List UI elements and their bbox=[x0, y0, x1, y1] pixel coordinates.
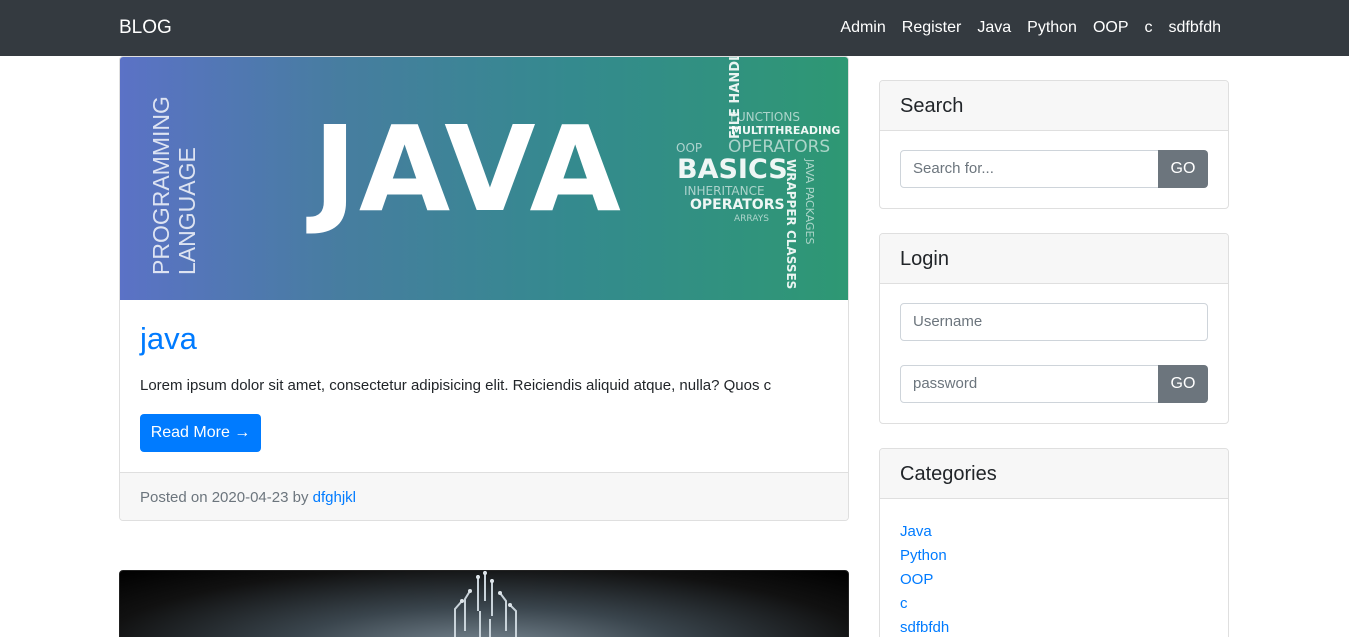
list-item: Python bbox=[900, 544, 949, 568]
login-widget-title: Login bbox=[880, 234, 1228, 284]
image-tag-oop: OOP bbox=[676, 141, 703, 155]
nav-link-admin[interactable]: Admin bbox=[840, 18, 885, 38]
list-item: c bbox=[900, 592, 949, 616]
image-tag-multithreading: MULTITHREADING bbox=[731, 124, 841, 137]
search-widget: Search Search for... GO bbox=[879, 80, 1229, 209]
post-excerpt: Lorem ipsum dolor sit amet, consectetur … bbox=[140, 377, 772, 394]
nav-links: Admin Register Java Python OOP c sdfbfdh bbox=[840, 0, 1221, 56]
nav-link-sdfbfdh[interactable]: sdfbfdh bbox=[1169, 18, 1221, 38]
nav-link-java[interactable]: Java bbox=[977, 18, 1011, 38]
image-java-word: JAVA bbox=[313, 100, 623, 238]
image-tag-arrays: ARRAYS bbox=[734, 214, 769, 224]
post-title[interactable]: java bbox=[140, 319, 830, 359]
list-item: sdfbfdh bbox=[900, 616, 949, 637]
image-tag-java-packages: JAVA PACKAGES bbox=[803, 159, 816, 245]
brand-logo[interactable]: BLOG bbox=[119, 17, 172, 39]
image-tag-file-handling: FILE HANDLING bbox=[728, 57, 743, 139]
category-link-java[interactable]: Java bbox=[900, 523, 932, 540]
list-item: Java bbox=[900, 520, 949, 544]
username-input[interactable]: Username bbox=[900, 303, 1208, 341]
image-text-programming: PROGRAMMING bbox=[148, 96, 174, 275]
post-image: PROGRAMMING LANGUAGE JAVA FUNCTIONS MULT… bbox=[120, 57, 848, 300]
post-card: PROGRAMMING LANGUAGE JAVA FUNCTIONS MULT… bbox=[119, 56, 849, 521]
nav-link-python[interactable]: Python bbox=[1027, 18, 1077, 38]
categories-widget: Categories Java Python OOP c sdfbfdh bbox=[879, 448, 1229, 637]
category-link-oop[interactable]: OOP bbox=[900, 571, 933, 588]
categories-widget-title: Categories bbox=[880, 449, 1228, 499]
search-go-button[interactable]: GO bbox=[1158, 150, 1208, 188]
post-body: java Lorem ipsum dolor sit amet, consect… bbox=[140, 319, 830, 398]
categories-list: Java Python OOP c sdfbfdh bbox=[900, 520, 949, 637]
top-navbar: BLOG Admin Register Java Python OOP c sd… bbox=[0, 0, 1349, 56]
password-input[interactable]: password bbox=[900, 365, 1159, 403]
nav-link-register[interactable]: Register bbox=[902, 18, 962, 38]
nav-link-c[interactable]: c bbox=[1145, 18, 1153, 38]
category-link-python[interactable]: Python bbox=[900, 547, 947, 564]
image-tag-inheritance: INHERITANCE bbox=[684, 184, 765, 198]
list-item: OOP bbox=[900, 568, 949, 592]
post-card-2-image bbox=[119, 570, 849, 637]
image-tag-operators-2: OPERATORS bbox=[690, 197, 785, 213]
category-link-c[interactable]: c bbox=[900, 595, 908, 612]
post-footer: Posted on 2020-04-23 by dfghjkl bbox=[120, 472, 848, 520]
circuit-graphic bbox=[454, 571, 517, 637]
image-tag-wrapper-classes: WRAPPER CLASSES bbox=[784, 159, 798, 290]
login-widget: Login Username password GO bbox=[879, 233, 1229, 424]
author-link[interactable]: dfghjkl bbox=[313, 489, 356, 506]
category-link-sdfbfdh[interactable]: sdfbfdh bbox=[900, 619, 949, 636]
read-more-button[interactable]: Read More → bbox=[140, 414, 261, 452]
nav-link-oop[interactable]: OOP bbox=[1093, 18, 1129, 38]
login-go-button[interactable]: GO bbox=[1158, 365, 1208, 403]
posted-on-text: Posted on 2020-04-23 by bbox=[140, 489, 313, 506]
search-widget-title: Search bbox=[880, 81, 1228, 131]
image-tag-basics: BASICS bbox=[677, 154, 788, 185]
image-text-language: LANGUAGE bbox=[174, 147, 200, 275]
search-input[interactable]: Search for... bbox=[900, 150, 1159, 188]
image-side-text: PROGRAMMING LANGUAGE bbox=[148, 96, 200, 275]
